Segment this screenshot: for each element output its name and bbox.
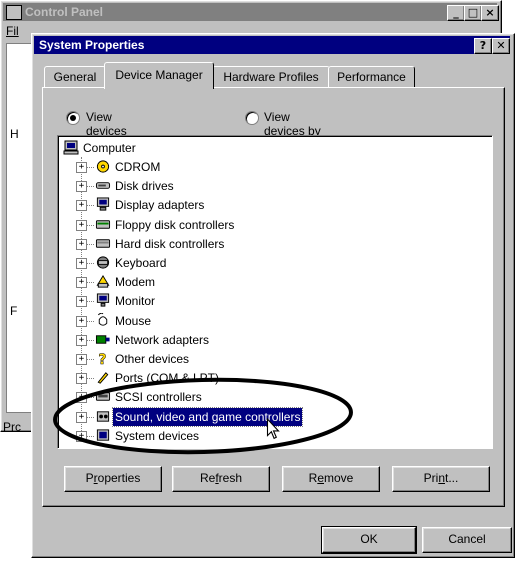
dialog-title: System Properties xyxy=(39,38,145,52)
tree-branch-line xyxy=(86,263,94,264)
expand-icon[interactable]: + xyxy=(76,277,87,289)
monitor-icon xyxy=(96,293,110,307)
expand-icon[interactable]: + xyxy=(76,200,87,212)
tree-branch-line xyxy=(86,224,94,226)
tree-item-label: Monitor xyxy=(115,294,156,309)
ok-button[interactable]: OK xyxy=(321,526,417,554)
tree-branch-line xyxy=(86,243,94,245)
expand-icon[interactable]: + xyxy=(76,296,87,308)
expand-icon[interactable]: + xyxy=(76,219,87,231)
close-button[interactable]: × xyxy=(481,5,499,21)
tree-item-label: Floppy disk controllers xyxy=(115,217,235,232)
expand-icon[interactable]: + xyxy=(76,315,87,327)
menu-file-fragment[interactable]: Fil xyxy=(6,24,19,38)
hard-disk-controller-icon xyxy=(95,239,111,248)
expand-icon[interactable]: + xyxy=(76,334,87,346)
tab-hardware-profiles[interactable]: Hardware Profiles xyxy=(212,66,330,87)
tree-branch-line xyxy=(86,320,94,322)
mouse-icon xyxy=(97,312,108,326)
tree-branch-line xyxy=(86,359,94,360)
network-adapter-icon xyxy=(95,335,110,344)
dialog-close-button[interactable]: ✕ xyxy=(492,38,510,54)
control-panel-titlebar[interactable]: Control Panel _ □ × xyxy=(3,3,499,21)
tab-general[interactable]: General xyxy=(44,66,106,87)
properties-button[interactable]: Properties xyxy=(64,466,162,492)
cdrom-icon xyxy=(96,160,110,173)
remove-button[interactable]: Remove xyxy=(282,466,380,492)
tab-performance[interactable]: Performance xyxy=(328,66,415,87)
maximize-button[interactable]: □ xyxy=(464,5,482,21)
status-bar-fragment: Prc xyxy=(3,420,21,434)
tree-item-label: Other devices xyxy=(115,352,190,366)
tree-item-label: Modem xyxy=(115,275,156,290)
tree-branch-line xyxy=(86,339,94,341)
floppy-controller-icon xyxy=(95,219,111,229)
cancel-button[interactable]: Cancel xyxy=(422,527,512,553)
minimize-button[interactable]: _ xyxy=(447,5,465,21)
tree-root-label: Computer xyxy=(83,141,136,155)
expand-icon[interactable]: + xyxy=(76,258,87,269)
side-letter-h: H xyxy=(10,127,19,141)
radio-selected-dot xyxy=(70,115,76,121)
tree-branch-line xyxy=(86,301,94,303)
computer-icon xyxy=(63,140,79,155)
expand-icon[interactable]: + xyxy=(76,162,87,173)
keyboard-icon xyxy=(96,256,110,269)
control-panel-title: Control Panel xyxy=(25,5,104,19)
tree-item-label: Network adapters xyxy=(115,332,210,347)
mouse-cursor-icon xyxy=(266,418,280,440)
side-letter-f: F xyxy=(10,304,18,318)
annotation-ellipse xyxy=(53,377,353,455)
help-button[interactable]: ? xyxy=(474,38,492,54)
tree-item-label: CDROM xyxy=(115,160,161,174)
expand-icon[interactable]: + xyxy=(76,181,87,193)
disk-drive-icon xyxy=(95,182,111,189)
system-properties-titlebar[interactable]: System Properties ? ✕ xyxy=(34,36,510,54)
refresh-button[interactable]: Refresh xyxy=(172,466,270,492)
tree-item-label: Hard disk controllers xyxy=(115,236,225,251)
expand-icon[interactable]: + xyxy=(76,354,87,365)
tree-branch-line xyxy=(86,205,94,207)
view-by-type-radio-circle[interactable] xyxy=(66,111,80,125)
tree-item-label: Mouse xyxy=(115,313,152,328)
tree-branch-line xyxy=(86,186,94,188)
modem-icon xyxy=(96,275,110,288)
tree-item-label: Keyboard xyxy=(115,256,167,270)
tab-device-manager[interactable]: Device Manager xyxy=(104,62,214,89)
question-mark-icon: ? xyxy=(98,352,107,366)
svg-text:?: ? xyxy=(98,352,106,366)
tree-item-label: Disk drives xyxy=(115,179,174,194)
view-by-connection-radio-circle[interactable] xyxy=(245,111,259,125)
display-adapter-icon xyxy=(96,197,110,211)
tree-item-label: Display adapters xyxy=(115,198,205,213)
control-panel-icon xyxy=(6,5,22,20)
print-button[interactable]: Print... xyxy=(392,466,490,492)
expand-icon[interactable]: + xyxy=(76,238,87,250)
tree-branch-line xyxy=(86,282,94,284)
tree-branch-line xyxy=(86,167,94,168)
